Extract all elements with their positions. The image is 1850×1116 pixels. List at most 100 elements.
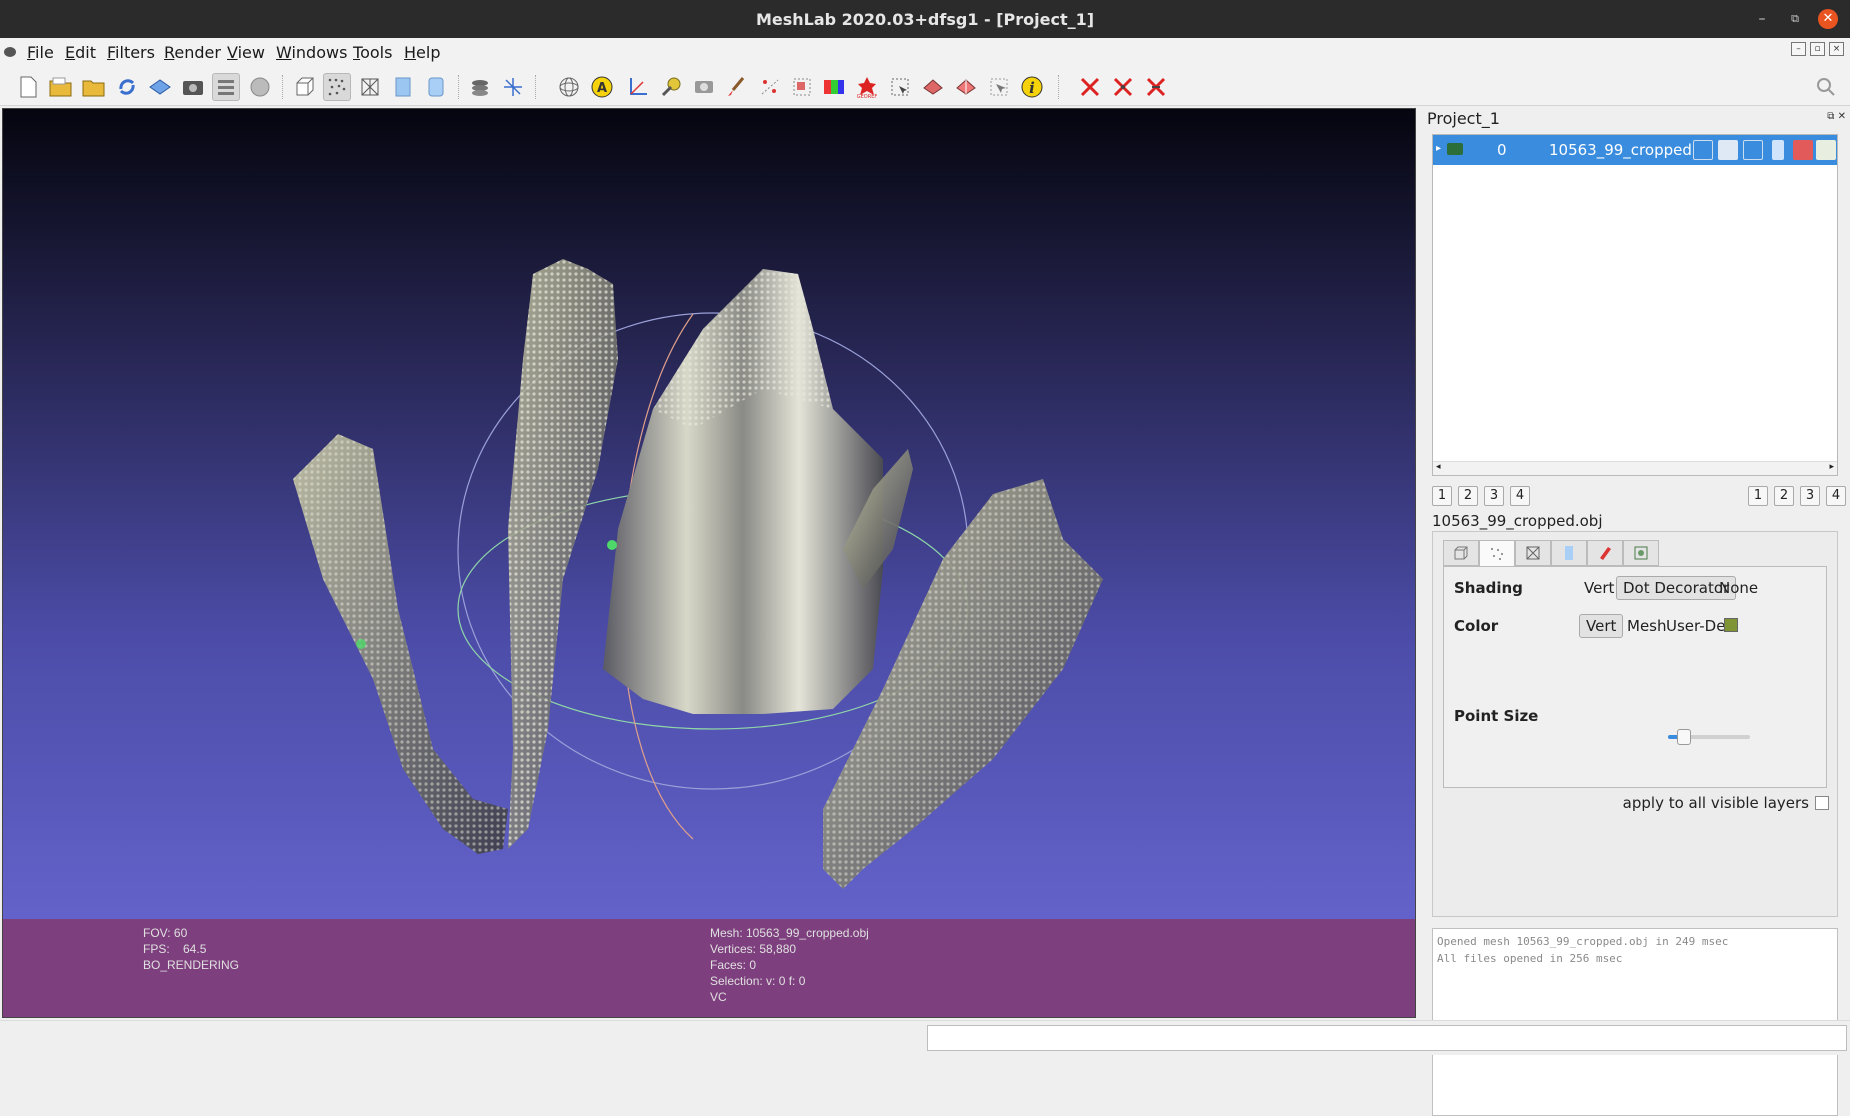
panel-window-buttons[interactable]: ⧉ ✕ bbox=[1827, 111, 1846, 122]
tab-points[interactable] bbox=[1479, 540, 1515, 567]
view-left-4-button[interactable]: 4 bbox=[1510, 486, 1530, 506]
tab-decorators[interactable] bbox=[1623, 540, 1659, 566]
log-line: All files opened in 256 msec bbox=[1437, 952, 1623, 965]
layer-list[interactable]: ▸ 0 10563_99_cropped ◂ ▸ bbox=[1432, 134, 1838, 476]
flat-icon[interactable] bbox=[389, 73, 417, 101]
tab-wire[interactable] bbox=[1515, 540, 1551, 566]
open-mesh-icon[interactable] bbox=[80, 73, 108, 101]
delete-faces-icon[interactable] bbox=[1109, 73, 1137, 101]
view-left-2-button[interactable]: 2 bbox=[1458, 486, 1478, 506]
menu-file[interactable]: File bbox=[27, 43, 54, 62]
pick-points-icon[interactable] bbox=[657, 73, 685, 101]
select-icon[interactable] bbox=[886, 73, 914, 101]
layer-points-icon[interactable] bbox=[1718, 140, 1738, 160]
color-mesh-option[interactable]: Mesh bbox=[1627, 617, 1667, 635]
tab-texture[interactable] bbox=[1587, 540, 1623, 566]
paint-icon[interactable] bbox=[722, 73, 750, 101]
apply-all-layers-option[interactable]: apply to all visible layers bbox=[1623, 794, 1829, 812]
viewport-info-overlay: FOV: 60 FPS: 64.5 BO_RENDERING Mesh: 105… bbox=[3, 919, 1415, 1017]
color-icon[interactable] bbox=[820, 73, 848, 101]
points-icon[interactable] bbox=[323, 73, 351, 101]
tab-fill[interactable] bbox=[1551, 540, 1587, 566]
tab-bbox[interactable] bbox=[1443, 540, 1479, 566]
texture-icon[interactable] bbox=[466, 73, 494, 101]
wireframe-icon[interactable] bbox=[356, 73, 384, 101]
main-toolbar: A GEOREF i bbox=[0, 68, 1850, 106]
color-vert-option[interactable]: Vert bbox=[1579, 614, 1624, 638]
vc-text: VC bbox=[710, 990, 727, 1004]
menu-help[interactable]: Help bbox=[404, 43, 440, 62]
smooth-icon[interactable] bbox=[422, 73, 450, 101]
annotation-icon[interactable]: A bbox=[588, 73, 616, 101]
search-icon[interactable] bbox=[1812, 73, 1840, 101]
info-icon[interactable]: i bbox=[1018, 73, 1046, 101]
select-vertices-icon[interactable] bbox=[756, 73, 784, 101]
menu-windows[interactable]: Windows bbox=[276, 43, 347, 62]
point-size-label: Point Size bbox=[1454, 707, 1539, 725]
mesh-render-icon[interactable] bbox=[246, 73, 274, 101]
manipulator-icon[interactable] bbox=[952, 73, 980, 101]
snapshot-icon[interactable] bbox=[179, 73, 207, 101]
render-properties-frame: Shading Vert Dot Decorator None Color Ve… bbox=[1432, 531, 1838, 917]
menu-tools[interactable]: Tools bbox=[353, 43, 392, 62]
reload-icon[interactable] bbox=[113, 73, 141, 101]
layer-decorator-icon[interactable] bbox=[1816, 140, 1836, 160]
layer-row[interactable]: ▸ 0 10563_99_cropped bbox=[1433, 135, 1837, 165]
render-properties: Shading Vert Dot Decorator None Color Ve… bbox=[1443, 566, 1827, 788]
delete-icon[interactable] bbox=[1076, 73, 1104, 101]
menu-edit[interactable]: Edit bbox=[65, 43, 96, 62]
layer-list-scrollbar[interactable]: ◂ ▸ bbox=[1433, 461, 1837, 475]
axis-icon[interactable] bbox=[499, 73, 527, 101]
point-size-slider[interactable] bbox=[1668, 729, 1750, 745]
layers-icon[interactable] bbox=[212, 73, 240, 101]
layer-panel: Project_1 ⧉ ✕ ▸ 0 10563_99_cropped ◂ ▸ 1 … bbox=[1418, 106, 1850, 1116]
menu-filters[interactable]: Filters bbox=[107, 43, 155, 62]
point-size-slider-handle[interactable] bbox=[1677, 729, 1691, 745]
window-titlebar: MeshLab 2020.03+dfsg1 - [Project_1] – ⧉ … bbox=[0, 0, 1850, 38]
layer-bbox-icon[interactable] bbox=[1693, 140, 1713, 160]
view-left-1-button[interactable]: 1 bbox=[1432, 486, 1452, 506]
menubar: File Edit Filters Render View Windows To… bbox=[0, 38, 1850, 68]
mesh-name-text: Mesh: 10563_99_cropped.obj bbox=[710, 926, 869, 940]
3d-viewport[interactable]: FOV: 60 FPS: 64.5 BO_RENDERING Mesh: 105… bbox=[2, 108, 1416, 1018]
new-project-icon[interactable] bbox=[14, 73, 42, 101]
layer-wire-icon[interactable] bbox=[1743, 140, 1763, 160]
mdi-minimize-icon[interactable]: – bbox=[1791, 42, 1806, 56]
view-right-3-button[interactable]: 3 bbox=[1800, 486, 1820, 506]
align-icon[interactable] bbox=[919, 73, 947, 101]
select-faces-icon[interactable] bbox=[788, 73, 816, 101]
mdi-restore-icon[interactable]: ▫ bbox=[1810, 42, 1825, 56]
visibility-eye-icon[interactable] bbox=[1447, 143, 1463, 155]
bounding-box-icon[interactable] bbox=[291, 73, 319, 101]
shading-none-option[interactable]: None bbox=[1719, 579, 1758, 597]
layer-texture-icon[interactable] bbox=[1793, 140, 1813, 160]
view-right-1-button[interactable]: 1 bbox=[1748, 486, 1768, 506]
trackball-icon[interactable] bbox=[555, 73, 583, 101]
apply-all-layers-checkbox[interactable] bbox=[1815, 796, 1829, 810]
view-right-2-button[interactable]: 2 bbox=[1774, 486, 1794, 506]
shading-vert-option[interactable]: Vert bbox=[1584, 579, 1614, 597]
menu-view[interactable]: View bbox=[227, 43, 265, 62]
panel-title: Project_1 bbox=[1427, 109, 1500, 128]
raster-icon[interactable] bbox=[690, 73, 718, 101]
mdi-close-icon[interactable]: × bbox=[1829, 42, 1844, 56]
color-user-def-option[interactable]: User-Def bbox=[1666, 617, 1731, 635]
view-left-3-button[interactable]: 3 bbox=[1484, 486, 1504, 506]
import-raster-icon[interactable] bbox=[146, 73, 174, 101]
close-button[interactable]: ✕ bbox=[1818, 9, 1838, 29]
fps-text: FPS: 64.5 bbox=[143, 942, 207, 956]
minimize-button[interactable]: – bbox=[1752, 9, 1772, 29]
point-picker-icon[interactable] bbox=[985, 73, 1013, 101]
log-line: Opened mesh 10563_99_cropped.obj in 249 … bbox=[1437, 935, 1729, 948]
measure-icon[interactable] bbox=[624, 73, 652, 101]
georef-icon[interactable]: GEOREF bbox=[853, 73, 881, 101]
menu-render[interactable]: Render bbox=[164, 43, 221, 62]
point-cloud-render bbox=[293, 259, 1103, 889]
view-right-4-button[interactable]: 4 bbox=[1826, 486, 1846, 506]
restore-button[interactable]: ⧉ bbox=[1785, 9, 1805, 29]
open-project-icon[interactable] bbox=[47, 73, 75, 101]
delete-vertices-icon[interactable] bbox=[1142, 73, 1170, 101]
user-color-swatch[interactable] bbox=[1724, 618, 1738, 632]
expand-arrow-icon[interactable]: ▸ bbox=[1436, 143, 1441, 154]
layer-flat-icon[interactable] bbox=[1772, 140, 1784, 160]
